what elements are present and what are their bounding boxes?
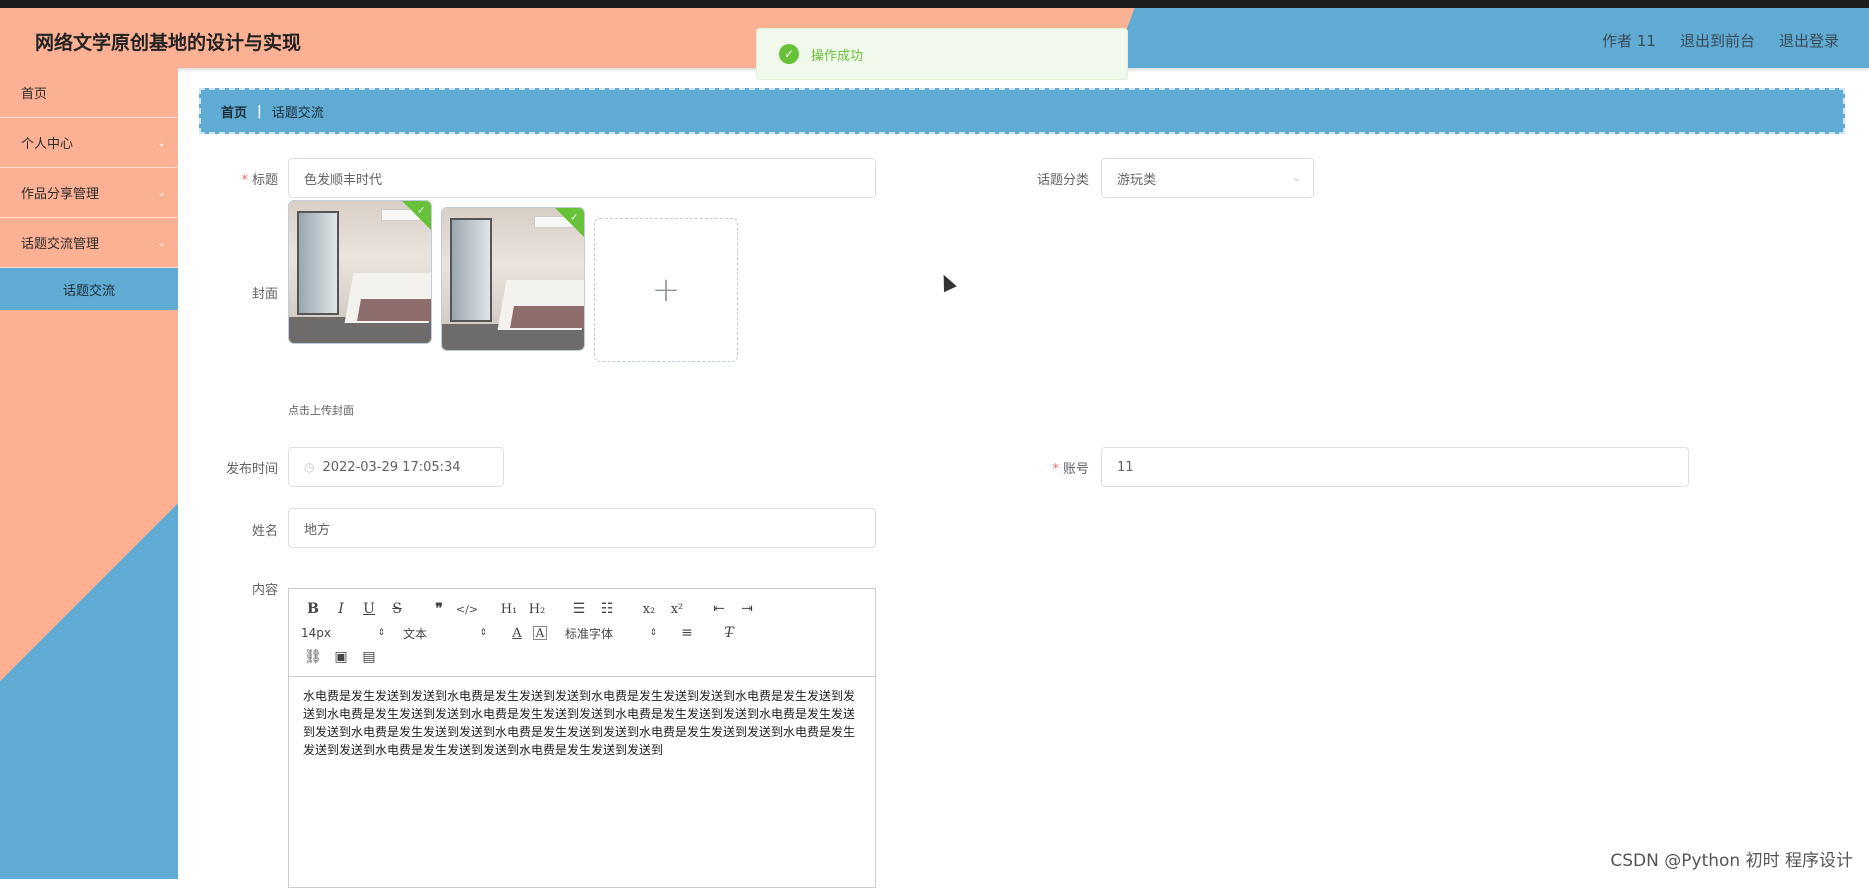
chevron-down-icon: ⌄	[157, 186, 166, 199]
updown-arrow-icon: ⇕	[377, 628, 385, 638]
exit-to-front-link[interactable]: 退出到前台	[1680, 30, 1755, 51]
success-toast: ✓ 操作成功	[756, 28, 1128, 80]
cover-hint: 点击上传封面	[288, 402, 354, 418]
breadcrumb-separator: |	[257, 104, 262, 119]
strike-icon[interactable]: S	[385, 598, 409, 620]
underline-icon[interactable]: U	[357, 598, 381, 620]
logout-link[interactable]: 退出登录	[1779, 30, 1839, 51]
header-select-value: 文本	[403, 625, 427, 642]
breadcrumb: 首页 | 话题交流	[199, 88, 1845, 134]
title-input[interactable]: 色发顺丰时代	[288, 158, 876, 198]
sidebar: 首页 个人中心 ⌄ 作品分享管理 ⌄ 话题交流管理 ⌄ 话题交流	[0, 68, 178, 879]
video-icon[interactable]: ▤	[357, 646, 381, 668]
image-icon[interactable]: ▣	[329, 646, 353, 668]
category-select[interactable]: 游玩类 ⌄	[1101, 158, 1314, 198]
cover-upload-button[interactable]: +	[594, 218, 738, 362]
ordered-list-icon[interactable]: ☰	[567, 598, 591, 620]
background-color-icon[interactable]: A	[533, 626, 547, 640]
header-select[interactable]: 文本 ⇕	[403, 625, 487, 642]
subscript-icon[interactable]: x₂	[637, 598, 661, 620]
header2-icon[interactable]: H₂	[525, 598, 549, 620]
sidebar-item-label: 作品分享管理	[21, 183, 99, 202]
category-select-value: 游玩类	[1117, 169, 1156, 188]
title-input-value: 色发顺丰时代	[304, 169, 382, 188]
app-title: 网络文学原创基地的设计与实现	[35, 28, 301, 55]
updown-arrow-icon: ⇕	[649, 628, 657, 638]
code-block-icon[interactable]: </>	[455, 598, 479, 620]
title-label-text: 标题	[252, 173, 278, 188]
category-label: 话题分类	[1009, 169, 1089, 188]
updown-arrow-icon: ⇕	[479, 628, 487, 638]
align-icon[interactable]: ≡	[675, 622, 699, 644]
clear-format-icon[interactable]: T̶	[717, 622, 741, 644]
sidebar-subitem-topic-exchange[interactable]: 话题交流	[0, 268, 178, 310]
plus-icon: +	[652, 270, 681, 310]
superscript-icon[interactable]: x²	[665, 598, 689, 620]
blockquote-icon[interactable]: ❞	[427, 598, 451, 620]
editor-content[interactable]: 水电费是发生发送到发送到水电费是发生发送到发送到水电费是发生发送到发送到水电费是…	[289, 677, 875, 769]
breadcrumb-home[interactable]: 首页	[221, 102, 247, 121]
sidebar-item-topic-management[interactable]: 话题交流管理 ⌄	[0, 218, 178, 268]
font-family-value: 标准字体	[565, 625, 613, 642]
cover-thumbnail-2[interactable]: ✓	[441, 207, 585, 351]
title-label: * 标题	[198, 169, 278, 188]
publish-time-label: 发布时间	[198, 458, 278, 477]
sidebar-item-label: 个人中心	[21, 133, 73, 152]
top-strip	[0, 0, 1869, 8]
sidebar-item-label: 话题交流管理	[21, 233, 99, 252]
sidebar-item-personal-center[interactable]: 个人中心 ⌄	[0, 118, 178, 168]
publish-time-picker[interactable]: ◷ 2022-03-29 17:05:34	[288, 447, 504, 487]
header1-icon[interactable]: H₁	[497, 598, 521, 620]
header-links: 作者 11 退出到前台 退出登录	[1602, 30, 1839, 51]
chevron-down-icon: ⌄	[157, 136, 166, 149]
name-input[interactable]: 地方	[288, 508, 876, 548]
breadcrumb-current: 话题交流	[272, 102, 324, 121]
account-label-text: 账号	[1063, 462, 1089, 477]
indent-icon[interactable]: ⇥	[735, 598, 759, 620]
chevron-down-icon: ⌄	[1292, 171, 1301, 184]
required-mark: *	[241, 173, 248, 188]
editor-toolbar: B I U S ❞ </> H₁ H₂ ☰ ☷ x₂ x² ⇤ ⇥ 14px ⇕	[289, 589, 875, 677]
link-icon[interactable]: ⛓	[301, 646, 325, 668]
italic-icon[interactable]: I	[329, 598, 353, 620]
cover-label: 封面	[198, 283, 278, 302]
cover-thumbnail-1[interactable]: ✓	[288, 200, 432, 344]
mouse-cursor-icon	[937, 272, 956, 292]
bedroom-image	[289, 201, 431, 343]
font-size-value: 14px	[301, 626, 331, 640]
font-family-select[interactable]: 标准字体 ⇕	[565, 625, 657, 642]
bullet-list-icon[interactable]: ☷	[595, 598, 619, 620]
font-color-icon[interactable]: A	[505, 622, 529, 644]
toast-message: 操作成功	[811, 45, 863, 64]
sidebar-item-works-management[interactable]: 作品分享管理 ⌄	[0, 168, 178, 218]
account-input-value: 11	[1117, 460, 1134, 475]
account-input[interactable]: 11	[1101, 447, 1689, 487]
name-label: 姓名	[198, 520, 278, 539]
outdent-icon[interactable]: ⇤	[707, 598, 731, 620]
bold-icon[interactable]: B	[301, 598, 325, 620]
sidebar-item-home[interactable]: 首页	[0, 68, 178, 118]
check-circle-icon: ✓	[779, 44, 799, 64]
watermark: CSDN @Python 初时 程序设计	[1610, 846, 1853, 871]
account-label: * 账号	[1009, 458, 1089, 477]
name-input-value: 地方	[304, 519, 330, 538]
bedroom-image	[442, 208, 584, 350]
chevron-down-icon: ⌄	[157, 236, 166, 249]
clock-icon: ◷	[304, 460, 314, 474]
content-label: 内容	[198, 579, 278, 598]
required-mark: *	[1052, 462, 1059, 477]
rich-text-editor: B I U S ❞ </> H₁ H₂ ☰ ☷ x₂ x² ⇤ ⇥ 14px ⇕	[288, 588, 876, 888]
publish-time-value: 2022-03-29 17:05:34	[322, 460, 460, 475]
user-label[interactable]: 作者 11	[1602, 30, 1656, 51]
sidebar-item-label: 首页	[21, 83, 47, 102]
font-size-select[interactable]: 14px ⇕	[301, 626, 385, 640]
